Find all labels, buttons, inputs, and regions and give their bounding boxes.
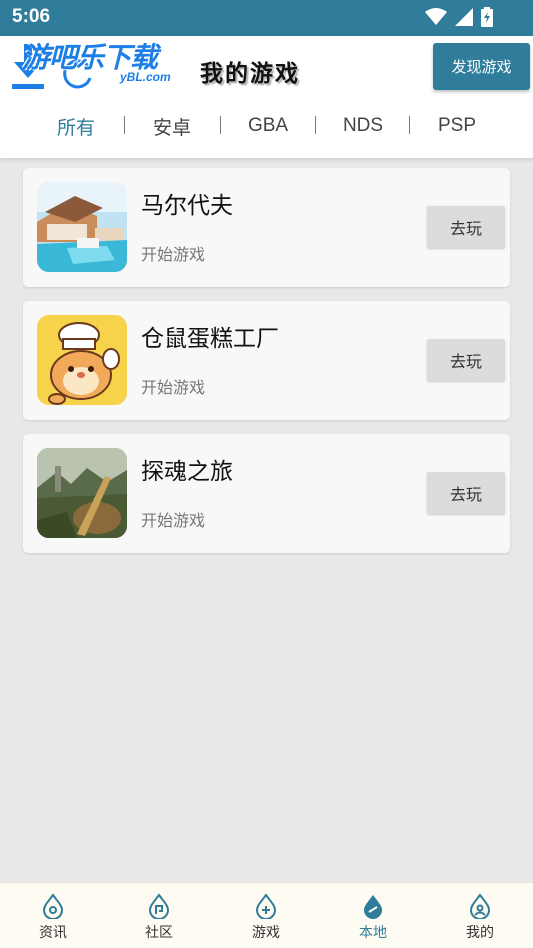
game-name: 仓鼠蛋糕工厂 — [141, 326, 279, 352]
nav-item-news[interactable]: 资讯 — [0, 883, 106, 948]
tab-gba[interactable]: GBA — [238, 108, 298, 144]
watermark-sub: yBL.com — [120, 70, 171, 84]
news-icon — [42, 893, 64, 919]
community-icon — [148, 893, 170, 919]
game-subtitle: 开始游戏 — [141, 245, 206, 264]
game-card[interactable]: 马尔代夫 开始游戏 去玩 — [23, 168, 510, 287]
cell-signal-icon — [455, 8, 473, 26]
tab-divider — [409, 116, 410, 134]
game-thumbnail — [37, 315, 127, 405]
play-button[interactable]: 去玩 — [427, 472, 505, 514]
nav-label: 资讯 — [39, 925, 67, 941]
tab-nds[interactable]: NDS — [333, 108, 393, 144]
nav-item-me[interactable]: 我的 — [427, 883, 533, 948]
play-button[interactable]: 去玩 — [427, 206, 505, 248]
tab-android[interactable]: 安卓 — [142, 108, 202, 144]
nav-item-games[interactable]: 游戏 — [213, 883, 319, 948]
bottom-nav: 资讯 社区 游戏 本地 我的 — [0, 882, 533, 948]
nav-item-local[interactable]: 本地 — [320, 883, 426, 948]
game-name: 马尔代夫 — [141, 193, 233, 219]
wifi-icon — [425, 8, 447, 25]
tab-all[interactable]: 所有 — [46, 108, 106, 144]
tab-divider — [220, 116, 221, 134]
game-subtitle: 开始游戏 — [141, 378, 206, 397]
hamster-thumbnail-image — [37, 315, 127, 405]
nav-label: 游戏 — [252, 925, 280, 941]
status-icons — [425, 7, 493, 27]
local-icon — [364, 895, 382, 919]
battery-icon — [481, 7, 493, 27]
game-name: 探魂之旅 — [141, 459, 233, 485]
play-button[interactable]: 去玩 — [427, 339, 505, 381]
tab-divider — [124, 116, 125, 134]
discover-games-button[interactable]: 发现游戏 — [433, 43, 530, 90]
game-subtitle: 开始游戏 — [141, 511, 206, 530]
game-thumbnail — [37, 448, 127, 538]
games-icon — [255, 893, 277, 919]
game-thumbnail — [37, 182, 127, 272]
maldives-thumbnail-image — [37, 182, 127, 272]
watermark: 游吧乐下载 yBL.com — [8, 22, 198, 94]
page-title: 我的游戏 — [200, 60, 300, 87]
game-card[interactable]: 仓鼠蛋糕工厂 开始游戏 去玩 — [23, 301, 510, 420]
header: 游吧乐下载 yBL.com 我的游戏 发现游戏 所有 安卓 GBA NDS PS… — [0, 36, 533, 159]
nav-label: 本地 — [359, 925, 387, 941]
tab-divider — [315, 116, 316, 134]
platform-tabs: 所有 安卓 GBA NDS PSP — [0, 108, 533, 144]
game-card[interactable]: 探魂之旅 开始游戏 去玩 — [23, 434, 510, 553]
nav-label: 我的 — [466, 925, 494, 941]
tab-psp[interactable]: PSP — [427, 108, 487, 144]
nav-label: 社区 — [145, 925, 173, 941]
profile-icon — [469, 893, 491, 919]
soul-journey-thumbnail-image — [37, 448, 127, 538]
nav-item-community[interactable]: 社区 — [106, 883, 212, 948]
